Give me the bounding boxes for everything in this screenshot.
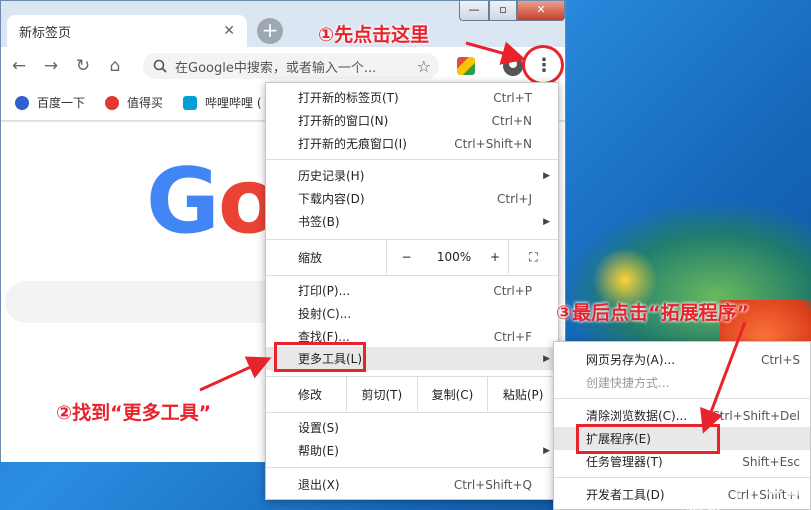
reload-icon[interactable]: ↻ (69, 52, 97, 80)
menu-separator (266, 159, 558, 160)
bookmark-label: 百度一下 (37, 96, 86, 110)
bookmark-label: 哔哩哔哩 ( (205, 96, 262, 110)
close-window-button[interactable]: ✕ (517, 1, 565, 21)
chevron-right-icon: ▶ (543, 216, 550, 227)
menu-separator (266, 275, 558, 276)
submenu-item-create-shortcut: 创建快捷方式... (586, 376, 670, 390)
smzdm-watermark: 值 | 什么值得买 (686, 474, 811, 510)
menu-item-settings[interactable]: 设置(S) (266, 416, 558, 439)
paste-button[interactable]: 粘贴(P) (487, 377, 558, 411)
menu-item-cast[interactable]: 投射(C)... (266, 302, 558, 325)
address-bar[interactable]: 在Google中搜索，或者输入一个... ☆ (143, 53, 439, 79)
smzdm-logo-icon (686, 479, 706, 499)
google-search-box[interactable] (5, 281, 305, 323)
menu-item-help[interactable]: 帮助(E) ▶ (266, 439, 558, 462)
copy-button[interactable]: 复制(C) (416, 377, 488, 411)
tab-title: 新标签页 (19, 25, 72, 41)
step3-annotation: ③最后点击“拓展程序” (556, 302, 750, 324)
close-icon[interactable]: ✕ (223, 23, 235, 39)
title-bar: 新标签页 ✕ + — ▫ ✕ (1, 1, 565, 47)
menu-separator (266, 412, 558, 413)
chevron-right-icon: ▶ (543, 170, 550, 181)
menu-item-bookmarks[interactable]: 书签(B) ▶ (266, 210, 558, 233)
bookmark-label: 值得买 (127, 96, 164, 110)
menu-item-new-window[interactable]: 打开新的窗口(N) Ctrl+N (266, 109, 558, 132)
chrome-main-menu: 打开新的标签页(T) Ctrl+T 打开新的窗口(N) Ctrl+N 打开新的无痕窗… (265, 82, 559, 500)
extension-icon[interactable] (457, 57, 475, 75)
tab-new-tab[interactable]: 新标签页 ✕ (7, 15, 247, 47)
zoom-out-button[interactable]: − (386, 240, 426, 274)
home-icon[interactable]: ⌂ (101, 52, 129, 80)
chevron-right-icon: ▶ (543, 353, 550, 364)
bookmark-bilibili[interactable]: 哔哩哔哩 ( (183, 94, 262, 111)
new-tab-button[interactable]: + (257, 18, 283, 44)
menu-item-incognito[interactable]: 打开新的无痕窗口(I) Ctrl+Shift+N (266, 132, 558, 155)
fullscreen-icon[interactable]: ⛶ (508, 240, 558, 274)
menu-item-new-tab[interactable]: 打开新的标签页(T) Ctrl+T (266, 86, 558, 109)
search-icon (153, 59, 167, 73)
zoom-in-button[interactable]: + (482, 250, 508, 264)
minimize-button[interactable]: — (459, 1, 489, 21)
address-placeholder: 在Google中搜索，或者输入一个... (175, 60, 377, 76)
google-logo: Go (146, 149, 280, 254)
cut-button[interactable]: 剪切(T) (346, 377, 417, 411)
bookmark-baidu[interactable]: 百度一下 (15, 94, 85, 111)
forward-icon[interactable]: → (37, 52, 65, 80)
menu-item-print[interactable]: 打印(P)... Ctrl+P (266, 279, 558, 302)
edit-row: 修改 剪切(T) 复制(C) 粘贴(P) (266, 377, 558, 411)
zoom-level: 100% (436, 250, 472, 264)
menu-button-highlight (522, 45, 564, 85)
back-icon[interactable]: ← (5, 52, 33, 80)
menu-item-exit[interactable]: 退出(X) Ctrl+Shift+Q (266, 473, 558, 496)
more-tools-highlight (274, 342, 366, 372)
zoom-row: 缩放 − 100% + ⛶ (266, 240, 558, 274)
maximize-button[interactable]: ▫ (489, 1, 517, 21)
edit-label: 修改 (298, 387, 323, 402)
bilibili-icon (183, 95, 198, 110)
extensions-highlight (576, 424, 720, 454)
submenu-item-save-page[interactable]: 网页另存为(A)... Ctrl+S (554, 348, 810, 371)
baidu-icon (15, 95, 29, 110)
profile-avatar-icon[interactable] (503, 56, 523, 76)
menu-item-history[interactable]: 历史记录(H) ▶ (266, 164, 558, 187)
chevron-right-icon: ▶ (543, 445, 550, 456)
menu-separator (554, 398, 810, 399)
bookmark-smzdm[interactable]: 值得买 (105, 94, 163, 111)
toolbar: ← → ↻ ⌂ 在Google中搜索，或者输入一个... ☆ ⋮ (1, 47, 565, 85)
bookmark-star-icon[interactable]: ☆ (417, 57, 431, 76)
step1-annotation: ①先点击这里 (318, 24, 430, 46)
smzdm-icon (105, 95, 120, 110)
menu-item-downloads[interactable]: 下载内容(D) Ctrl+J (266, 187, 558, 210)
zoom-label: 缩放 (298, 250, 323, 265)
step2-annotation: ②找到“更多工具” (56, 402, 212, 424)
menu-separator (266, 467, 558, 468)
